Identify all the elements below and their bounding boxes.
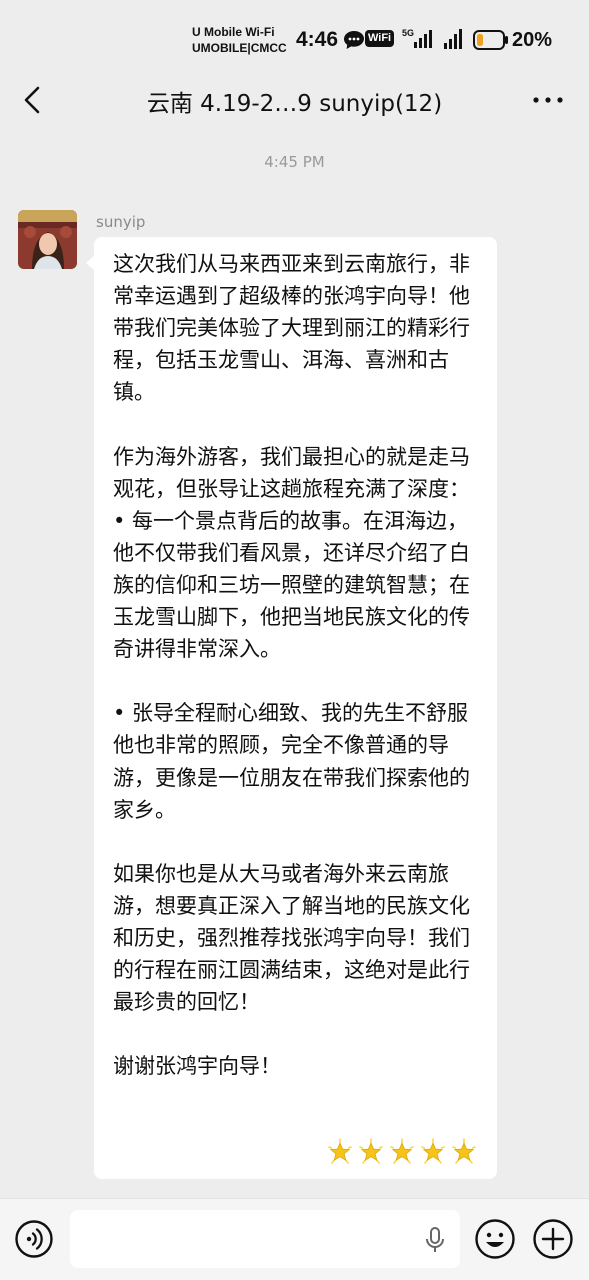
chat-notification-icon [344,31,364,49]
glowing-star-icon [452,1138,476,1164]
status-bar: U Mobile Wi-Fi UMOBILE|CMCC 4:46 WiFi 5G… [0,0,589,62]
message-paragraph: 如果你也是从大马或者海外来云南旅游，想要真正深入了解当地的民族文化和历史，强烈推… [113,861,470,1015]
signal-5g-icon: 5G [402,28,434,50]
mic-icon[interactable] [424,1227,446,1253]
chat-title[interactable]: 云南 4.19-2…9 sunyip(12) [60,84,529,118]
message-timestamp: 4:45 PM [264,153,325,171]
smiley-icon[interactable] [474,1218,516,1260]
message-paragraph: • 张导全程耐心细致、我的先生不舒服他也非常的照顾，完全不像普通的导游，更像是一… [113,701,470,822]
glowing-star-icon [421,1138,445,1164]
battery-percent: 20% [512,29,553,51]
glowing-star-icon [390,1138,414,1164]
message-input[interactable] [70,1210,460,1268]
emoji-row [326,1138,478,1166]
chat-header: 云南 4.19-2…9 sunyip(12) [0,62,589,138]
message-paragraph: • 每一个景点背后的故事。在洱海边，他不仅带我们看风景，还详尽介绍了白族的信仰和… [113,508,470,662]
wifi-badge-icon: WiFi [365,30,395,47]
avatar[interactable] [18,210,77,269]
more-dots-icon[interactable] [526,80,570,120]
message-text: 这次我们从马来西亚来到云南旅行，非常幸运遇到了超级棒的张鸿宇向导！他带我们完美体… [113,248,483,1082]
glowing-star-icon [359,1138,383,1164]
sender-name: sunyip [96,213,146,231]
carrier-info: U Mobile Wi-Fi UMOBILE|CMCC [192,24,287,56]
avatar-photo-icon [18,210,77,269]
message-paragraph: 作为海外游客，我们最担心的就是走马观花，但张导让这趟旅程充满了深度： [113,444,470,501]
signal-icon [444,29,462,49]
carrier-line-1: U Mobile Wi-Fi [192,25,275,39]
input-bar [0,1198,589,1280]
message-bubble[interactable]: 这次我们从马来西亚来到云南旅行，非常幸运遇到了超级棒的张鸿宇向导！他带我们完美体… [86,237,497,1179]
carrier-line-2: UMOBILE|CMCC [192,41,287,55]
glowing-star-icon [328,1138,352,1164]
message-paragraph: 这次我们从马来西亚来到云南旅行，非常幸运遇到了超级棒的张鸿宇向导！他带我们完美体… [113,252,470,405]
plus-icon[interactable] [532,1218,574,1260]
chevron-left-icon[interactable] [14,80,54,120]
status-clock: 4:46 [296,28,339,51]
voice-icon[interactable] [14,1219,54,1259]
message-paragraph: 谢谢张鸿宇向导！ [113,1054,281,1079]
battery-icon [473,30,508,50]
